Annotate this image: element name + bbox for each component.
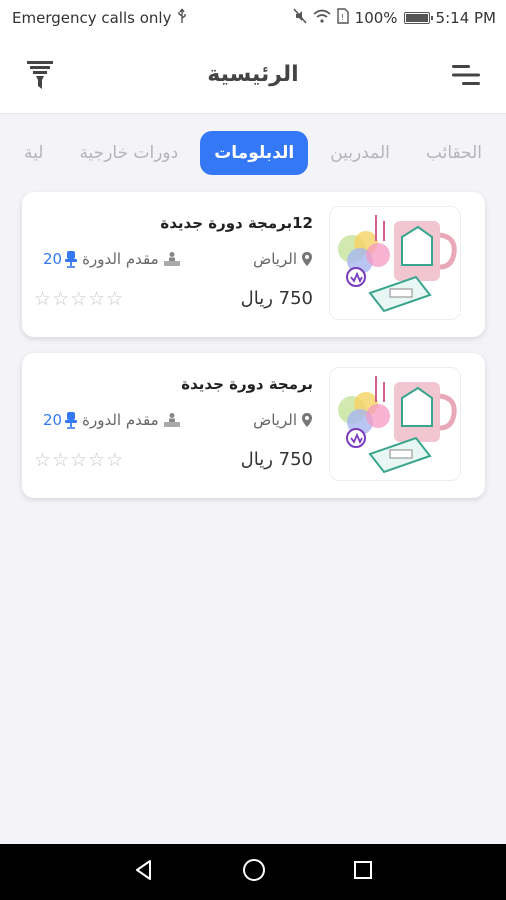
chair-icon [65,412,78,429]
tab-external-courses[interactable]: دورات خارجية [65,131,192,175]
tab-trainers[interactable]: المدربين [316,131,404,175]
chair-icon [65,251,78,268]
location: الرياض [253,411,313,429]
battery-percent: 100% [354,9,398,27]
carrier-text: Emergency calls only [12,9,172,27]
seats-count: 20 [43,411,78,429]
back-icon[interactable] [132,858,156,886]
status-right: ! 100% 5:14 PM [293,8,496,28]
seats-value: 20 [43,411,63,429]
filter-icon[interactable] [20,55,60,95]
wifi-icon [313,9,331,27]
battery-icon [403,12,433,24]
tab-bags[interactable]: الحقائب [412,131,496,175]
usb-icon [177,8,187,28]
course-image [329,367,461,481]
seats-count: 20 [43,250,78,268]
svg-text:!: ! [341,13,344,22]
page-title: الرئيسية [207,62,299,87]
tab-diplomas[interactable]: الدبلومات [200,131,309,175]
location-pin-icon [302,413,312,427]
presenter: مقدم الدورة 20 [43,250,181,268]
status-bar: Emergency calls only ! 100% 5:14 PM [0,0,506,36]
presenter-label: مقدم الدورة [82,250,159,268]
home-icon[interactable] [241,857,267,887]
status-left: Emergency calls only [12,8,187,28]
course-info-row: الرياض مقدم الدورة 20 [43,250,313,268]
course-image [329,206,461,320]
course-card[interactable]: 12برمجة دورة جديدة الرياض مقدم الدورة 20… [22,192,485,337]
sim-icon: ! [336,8,349,28]
course-title: 12برمجة دورة جديدة [160,214,313,232]
course-info-row: الرياض مقدم الدورة 20 [43,411,313,429]
location-pin-icon [302,252,312,266]
location-label: الرياض [253,411,297,429]
system-nav-bar [0,844,506,900]
rating-stars: ☆☆☆☆☆ [34,288,125,310]
category-tabs: لية دورات خارجية الدبلومات المدربين الحق… [0,114,506,192]
course-card[interactable]: برمجة دورة جديدة الرياض مقدم الدورة 20 7… [22,353,485,498]
tab-partial[interactable]: لية [10,131,57,175]
location: الرياض [253,250,313,268]
presenter-icon [163,252,180,266]
presenter-icon [163,413,180,427]
seats-value: 20 [43,250,63,268]
location-label: الرياض [253,250,297,268]
app-header: الرئيسية [0,36,506,114]
course-price: 750 ريال [240,288,313,309]
menu-icon[interactable] [446,55,486,95]
mute-icon [293,8,307,28]
rating-stars: ☆☆☆☆☆ [34,449,125,471]
course-title: برمجة دورة جديدة [181,375,313,393]
recents-icon[interactable] [352,859,374,885]
presenter: مقدم الدورة 20 [43,411,181,429]
course-price: 750 ريال [240,449,313,470]
clock: 5:14 PM [435,9,496,27]
presenter-label: مقدم الدورة [82,411,159,429]
